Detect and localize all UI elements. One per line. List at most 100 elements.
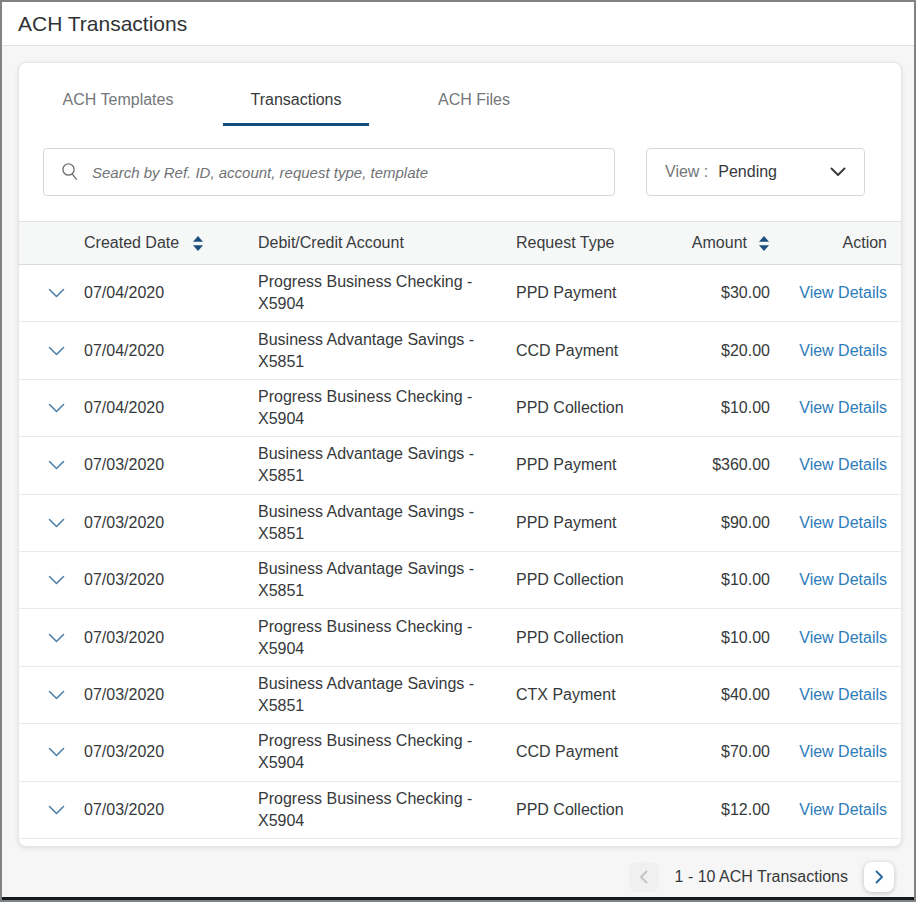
cell-account: Business Advantage Savings - X5851 xyxy=(258,558,516,602)
cell-account: Business Advantage Savings - X5851 xyxy=(258,673,516,717)
cell-account: Progress Business Checking - X5904 xyxy=(258,386,516,430)
cell-request-type: PPD Collection xyxy=(516,399,642,417)
cell-request-type: PPD Payment xyxy=(516,456,642,474)
table-row: 07/03/2020Business Advantage Savings - X… xyxy=(19,552,901,609)
view-details-link[interactable]: View Details xyxy=(799,743,887,760)
expand-row-chevron-icon[interactable] xyxy=(48,633,65,643)
column-header-created-date[interactable]: Created Date xyxy=(84,234,179,252)
cell-created-date: 07/03/2020 xyxy=(84,514,258,532)
column-header-request-type[interactable]: Request Type xyxy=(516,234,614,252)
search-icon xyxy=(60,162,80,182)
cell-created-date: 07/03/2020 xyxy=(84,686,258,704)
pagination: 1 - 10 ACH Transactions xyxy=(2,850,914,902)
cell-created-date: 07/03/2020 xyxy=(84,456,258,474)
view-details-link[interactable]: View Details xyxy=(799,456,887,473)
column-header-account[interactable]: Debit/Credit Account xyxy=(258,234,404,252)
cell-account: Business Advantage Savings - X5851 xyxy=(258,443,516,487)
cell-amount: $10.00 xyxy=(642,571,770,589)
cell-created-date: 07/03/2020 xyxy=(84,743,258,761)
search-input[interactable] xyxy=(92,164,598,181)
view-details-link[interactable]: View Details xyxy=(799,801,887,818)
table-row: 07/03/2020Business Advantage Savings - X… xyxy=(19,667,901,724)
table-body: 07/04/2020Progress Business Checking - X… xyxy=(19,265,901,839)
filter-row: View : Pending xyxy=(43,148,865,196)
cell-account: Progress Business Checking - X5904 xyxy=(258,730,516,774)
expand-row-chevron-icon[interactable] xyxy=(48,575,65,585)
page-header: ACH Transactions xyxy=(2,2,914,46)
table-row: 07/04/2020Progress Business Checking - X… xyxy=(19,380,901,437)
table-row: 07/04/2020Business Advantage Savings - X… xyxy=(19,322,901,379)
expand-row-chevron-icon[interactable] xyxy=(48,747,65,757)
expand-row-chevron-icon[interactable] xyxy=(48,460,65,470)
tab-ach-templates[interactable]: ACH Templates xyxy=(45,91,191,126)
tab-ach-files[interactable]: ACH Files xyxy=(401,91,547,126)
expand-row-chevron-icon[interactable] xyxy=(48,346,65,356)
bottom-bar xyxy=(0,897,916,902)
cell-created-date: 07/04/2020 xyxy=(84,284,258,302)
cell-request-type: PPD Collection xyxy=(516,571,642,589)
table-row: 07/03/2020Progress Business Checking - X… xyxy=(19,782,901,839)
view-details-link[interactable]: View Details xyxy=(799,399,887,416)
cell-request-type: PPD Collection xyxy=(516,629,642,647)
chevron-right-icon xyxy=(875,870,884,884)
cell-account: Progress Business Checking - X5904 xyxy=(258,788,516,832)
cell-account: Business Advantage Savings - X5851 xyxy=(258,501,516,545)
cell-amount: $30.00 xyxy=(642,284,770,302)
sort-icon[interactable] xyxy=(192,236,204,251)
view-dropdown-value: Pending xyxy=(718,163,830,181)
expand-row-chevron-icon[interactable] xyxy=(48,288,65,298)
view-details-link[interactable]: View Details xyxy=(799,629,887,646)
cell-amount: $20.00 xyxy=(642,342,770,360)
cell-created-date: 07/04/2020 xyxy=(84,342,258,360)
ach-transactions-window: ACH Transactions ACH Templates Transactio… xyxy=(0,0,916,902)
pagination-summary: 1 - 10 ACH Transactions xyxy=(675,868,848,886)
view-details-link[interactable]: View Details xyxy=(799,514,887,531)
cell-created-date: 07/03/2020 xyxy=(84,571,258,589)
cell-request-type: CTX Payment xyxy=(516,686,642,704)
chevron-left-icon xyxy=(639,870,648,884)
cell-request-type: CCD Payment xyxy=(516,342,642,360)
expand-row-chevron-icon[interactable] xyxy=(48,805,65,815)
view-dropdown-label: View : xyxy=(665,163,708,181)
expand-row-chevron-icon[interactable] xyxy=(48,403,65,413)
page-title: ACH Transactions xyxy=(18,12,187,36)
cell-created-date: 07/04/2020 xyxy=(84,399,258,417)
sort-icon[interactable] xyxy=(758,236,770,251)
column-header-amount[interactable]: Amount xyxy=(692,234,747,252)
cell-amount: $40.00 xyxy=(642,686,770,704)
cell-account: Business Advantage Savings - X5851 xyxy=(258,329,516,373)
cell-amount: $70.00 xyxy=(642,743,770,761)
cell-amount: $360.00 xyxy=(642,456,770,474)
table-row: 07/03/2020Business Advantage Savings - X… xyxy=(19,437,901,494)
expand-row-chevron-icon[interactable] xyxy=(48,518,65,528)
cell-request-type: PPD Payment xyxy=(516,514,642,532)
previous-page-button[interactable] xyxy=(629,862,659,892)
cell-created-date: 07/03/2020 xyxy=(84,629,258,647)
view-dropdown[interactable]: View : Pending xyxy=(646,148,865,196)
cell-request-type: PPD Collection xyxy=(516,801,642,819)
cell-amount: $12.00 xyxy=(642,801,770,819)
view-details-link[interactable]: View Details xyxy=(799,342,887,359)
column-header-action: Action xyxy=(843,234,887,252)
table-row: 07/03/2020Business Advantage Savings - X… xyxy=(19,495,901,552)
ach-card: ACH Templates Transactions ACH Files View … xyxy=(18,62,902,847)
cell-amount: $10.00 xyxy=(642,399,770,417)
cell-created-date: 07/03/2020 xyxy=(84,801,258,819)
table-row: 07/04/2020Progress Business Checking - X… xyxy=(19,265,901,322)
view-details-link[interactable]: View Details xyxy=(799,284,887,301)
view-details-link[interactable]: View Details xyxy=(799,686,887,703)
expand-row-chevron-icon[interactable] xyxy=(48,690,65,700)
chevron-down-icon xyxy=(830,167,846,177)
table-row: 07/03/2020Progress Business Checking - X… xyxy=(19,724,901,781)
view-details-link[interactable]: View Details xyxy=(799,571,887,588)
next-page-button[interactable] xyxy=(864,862,894,892)
tab-transactions[interactable]: Transactions xyxy=(223,91,369,126)
search-box[interactable] xyxy=(43,148,615,196)
table-header: Created Date Debit/Credit Account Reques… xyxy=(19,221,901,265)
cell-account: Progress Business Checking - X5904 xyxy=(258,271,516,315)
cell-request-type: PPD Payment xyxy=(516,284,642,302)
cell-account: Progress Business Checking - X5904 xyxy=(258,616,516,660)
cell-amount: $90.00 xyxy=(642,514,770,532)
cell-amount: $10.00 xyxy=(642,629,770,647)
tab-bar: ACH Templates Transactions ACH Files xyxy=(19,63,901,126)
